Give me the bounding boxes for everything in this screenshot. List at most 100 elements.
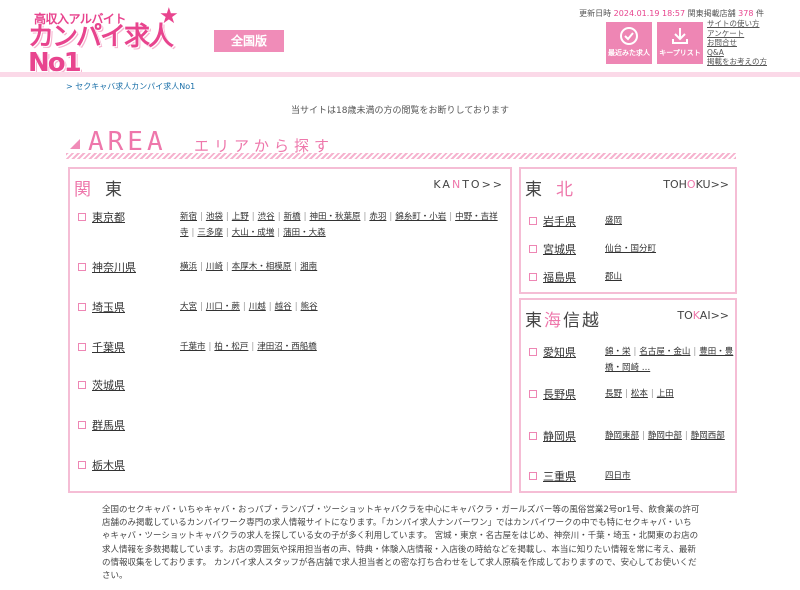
- recent-jobs-button[interactable]: 最近みた求人: [606, 22, 652, 64]
- prefecture-link[interactable]: 埼玉県: [92, 301, 125, 314]
- keep-list-button[interactable]: キープリスト: [657, 22, 703, 64]
- city-link[interactable]: 蒲田・大森: [283, 228, 326, 238]
- header-link-howto[interactable]: サイトの使い方: [707, 19, 767, 29]
- prefecture-item[interactable]: 宮城県: [529, 241, 576, 257]
- prefecture-link[interactable]: 群馬県: [92, 419, 125, 432]
- prefecture-link[interactable]: 東京都: [92, 211, 125, 224]
- city-link[interactable]: 神田・秋葉原: [309, 212, 360, 222]
- header-link-qa[interactable]: Q&A: [707, 48, 767, 58]
- prefecture-item[interactable]: 東京都: [78, 209, 125, 225]
- header-link-text[interactable]: お問合せ: [707, 38, 737, 47]
- city-list: 錦・栄 | 名古屋・金山 | 豊田・豊橋・岡崎 …: [605, 344, 735, 376]
- separator: |: [650, 389, 654, 399]
- city-link[interactable]: 錦糸町・小岩: [395, 212, 446, 222]
- prefecture-item[interactable]: 三重県: [529, 468, 576, 484]
- city-link[interactable]: 新橋: [284, 212, 301, 222]
- prefecture-item[interactable]: 静岡県: [529, 428, 576, 444]
- prefecture-item[interactable]: 岩手県: [529, 213, 576, 229]
- city-link[interactable]: 川越: [249, 302, 266, 312]
- separator: |: [200, 302, 203, 312]
- more-text-hl: N: [451, 178, 463, 191]
- prefecture-item[interactable]: 愛知県: [529, 344, 576, 360]
- city-link[interactable]: 川崎: [206, 262, 223, 272]
- site-logo[interactable]: 高収入アルバイト カンパイ求人No1 ★: [28, 4, 210, 77]
- prefecture-link[interactable]: 茨城県: [92, 379, 125, 392]
- city-link[interactable]: 津田沼・西船橋: [257, 342, 317, 352]
- download-icon: [672, 28, 688, 44]
- prefecture-link[interactable]: 福島県: [543, 271, 576, 284]
- header-link-advertise[interactable]: 掲載をお考えの方: [707, 57, 767, 67]
- prefecture-link[interactable]: 神奈川県: [92, 261, 136, 274]
- city-link[interactable]: 横浜: [180, 262, 197, 272]
- city-link[interactable]: 上野: [232, 212, 249, 222]
- header-link-text[interactable]: サイトの使い方: [707, 19, 760, 28]
- region-more-link[interactable]: TOKAI>>: [677, 309, 729, 322]
- prefecture-item[interactable]: 千葉県: [78, 339, 125, 355]
- city-link[interactable]: 赤羽: [369, 212, 386, 222]
- city-link[interactable]: 大山・成増: [232, 228, 275, 238]
- header-link-text[interactable]: アンケート: [707, 29, 744, 38]
- prefecture-link[interactable]: 宮城県: [543, 243, 576, 256]
- separator: |: [225, 212, 229, 222]
- area-heading: AREA エリアから探す: [66, 127, 736, 159]
- city-link[interactable]: 大宮: [180, 302, 197, 312]
- city-link[interactable]: 千葉市: [180, 342, 206, 352]
- prefecture-link[interactable]: 栃木県: [92, 459, 125, 472]
- city-link[interactable]: 四日市: [605, 471, 631, 481]
- city-link[interactable]: 柏・松戸: [214, 342, 248, 352]
- city-list: 盛岡: [605, 213, 735, 229]
- city-link[interactable]: 錦・栄: [605, 347, 631, 357]
- checkbox-icon: [529, 217, 537, 225]
- prefecture-link[interactable]: 三重県: [543, 470, 576, 483]
- city-link[interactable]: 静岡西部: [691, 431, 725, 441]
- region-title-b: 信越: [563, 311, 601, 331]
- separator: |: [684, 431, 688, 441]
- city-link[interactable]: 渋谷: [258, 212, 275, 222]
- city-link[interactable]: 静岡東部: [605, 431, 639, 441]
- city-link[interactable]: 本厚木・相模原: [232, 262, 292, 272]
- header-link-contact[interactable]: お問合せ: [707, 38, 767, 48]
- prefecture-item[interactable]: 栃木県: [78, 457, 125, 473]
- prefecture-item[interactable]: 福島県: [529, 269, 576, 285]
- prefecture-link[interactable]: 愛知県: [543, 346, 576, 359]
- header-link-survey[interactable]: アンケート: [707, 29, 767, 39]
- breadcrumb[interactable]: > セクキャバ求人カンパイ求人No1: [66, 81, 195, 92]
- city-link[interactable]: 湘南: [300, 262, 317, 272]
- city-link[interactable]: 仙台・国分町: [605, 244, 656, 254]
- prefecture-link[interactable]: 長野県: [543, 388, 576, 401]
- star-icon: ★: [159, 4, 179, 29]
- city-link[interactable]: 池袋: [206, 212, 223, 222]
- city-link[interactable]: 郡山: [605, 272, 622, 282]
- city-link[interactable]: 長野: [605, 389, 622, 399]
- separator: |: [625, 389, 628, 399]
- header-link-text[interactable]: 掲載をお考えの方: [707, 57, 767, 66]
- prefecture-item[interactable]: 神奈川県: [78, 259, 136, 275]
- city-link[interactable]: 新宿: [180, 212, 197, 222]
- region-more-link[interactable]: TOHOKU>>: [663, 178, 729, 191]
- city-link[interactable]: 静岡中部: [648, 431, 682, 441]
- city-link[interactable]: 越谷: [275, 302, 292, 312]
- prefecture-item[interactable]: 茨城県: [78, 377, 125, 393]
- prefecture-item[interactable]: 長野県: [529, 386, 576, 402]
- shops-unit: 件: [756, 9, 764, 18]
- prefecture-link[interactable]: 千葉県: [92, 341, 125, 354]
- checkbox-icon: [78, 213, 86, 221]
- region-more-link[interactable]: KANTO>>: [433, 178, 504, 191]
- city-link[interactable]: 川口・蕨: [206, 302, 240, 312]
- region-title: 東海信越: [525, 306, 601, 331]
- city-link[interactable]: 名古屋・金山: [639, 347, 690, 357]
- city-link[interactable]: 三多摩: [197, 228, 223, 238]
- header-link-text[interactable]: Q&A: [707, 48, 724, 57]
- city-link[interactable]: 盛岡: [605, 216, 622, 226]
- region-title-a: 東: [525, 180, 556, 200]
- city-link[interactable]: 松本: [631, 389, 648, 399]
- prefecture-link[interactable]: 静岡県: [543, 430, 576, 443]
- site-header: 高収入アルバイト カンパイ求人No1 ★ 全国版 更新日時 2024.01.19…: [0, 0, 800, 77]
- prefecture-link[interactable]: 岩手県: [543, 215, 576, 228]
- prefecture-item[interactable]: 群馬県: [78, 417, 125, 433]
- region-title: 東北: [525, 175, 587, 200]
- city-link[interactable]: 上田: [657, 389, 674, 399]
- prefecture-item[interactable]: 埼玉県: [78, 299, 125, 315]
- more-text-hl: K: [692, 309, 700, 322]
- city-link[interactable]: 熊谷: [301, 302, 318, 312]
